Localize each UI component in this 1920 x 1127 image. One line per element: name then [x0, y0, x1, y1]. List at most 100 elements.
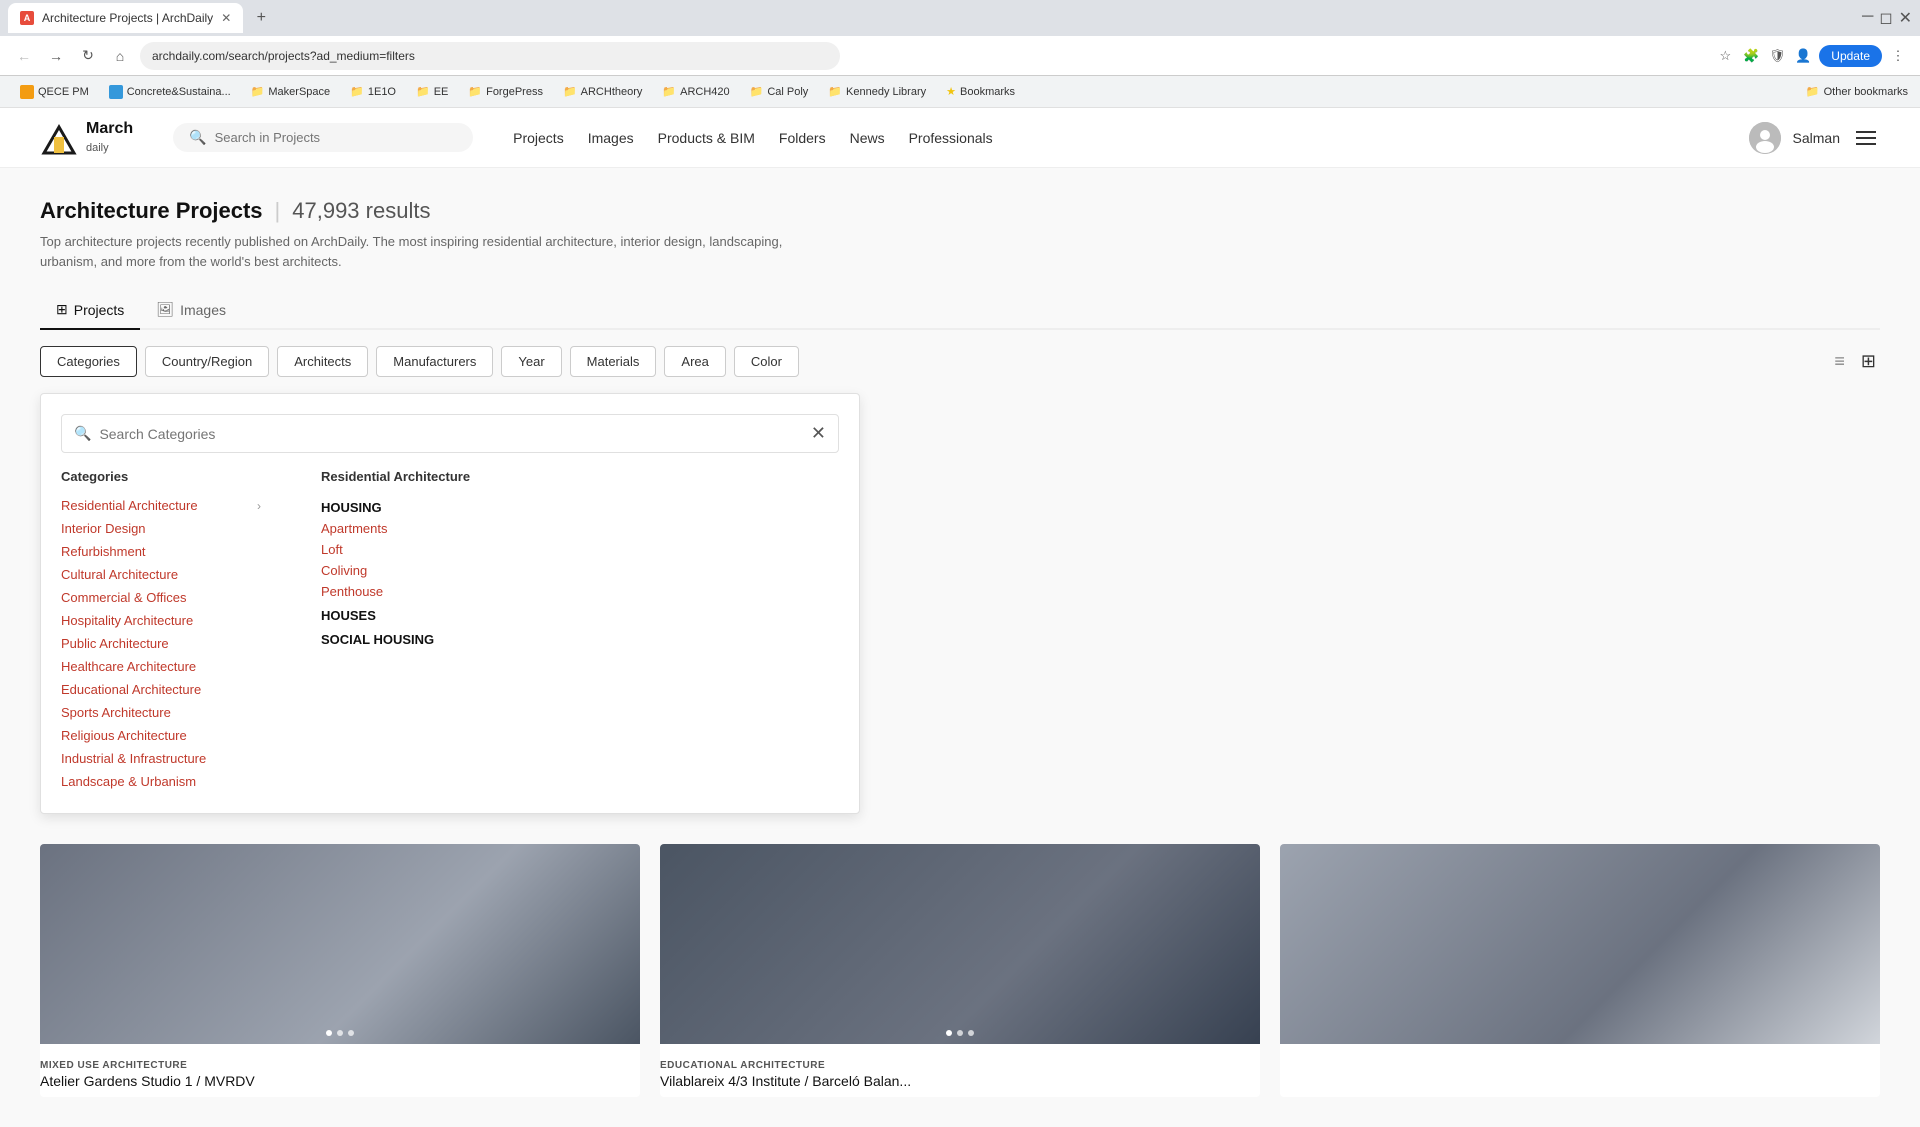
cat-item-industrial[interactable]: Industrial & Infrastructure: [61, 747, 261, 770]
search-bar[interactable]: 🔍: [173, 123, 473, 152]
bookmark-calpoly[interactable]: 📁 Cal Poly: [742, 81, 817, 102]
card-dots: [946, 1030, 974, 1036]
folder-icon: 📁: [662, 85, 676, 98]
back-button[interactable]: ←: [12, 44, 36, 68]
card-tag: [1280, 1052, 1880, 1062]
menu-icon[interactable]: ⋮: [1888, 46, 1908, 66]
filter-area[interactable]: Area: [664, 346, 725, 377]
subcat-loft[interactable]: Loft: [321, 539, 521, 560]
cat-item-refurbishment[interactable]: Refurbishment: [61, 540, 261, 563]
bookmark-1e1o[interactable]: 📁 1E1O: [342, 81, 404, 102]
filter-row: Categories Country/Region Architects Man…: [40, 346, 1880, 377]
nav-link-folders[interactable]: Folders: [779, 130, 826, 146]
avatar[interactable]: [1749, 122, 1781, 154]
folder-icon: 📁: [416, 85, 430, 98]
bookmark-label: ARCHtheory: [581, 86, 643, 98]
subcat-penthouse[interactable]: Penthouse: [321, 581, 521, 602]
cat-item-healthcare[interactable]: Healthcare Architecture: [61, 655, 261, 678]
minimize-icon[interactable]: ─: [1862, 8, 1873, 28]
tab-projects-label: Projects: [74, 302, 125, 318]
cat-label: Educational Architecture: [61, 682, 201, 697]
cat-item-public[interactable]: Public Architecture: [61, 632, 261, 655]
bookmark-kennedy[interactable]: 📁 Kennedy Library: [820, 81, 934, 102]
project-card[interactable]: MIXED USE ARCHITECTURE Atelier Gardens S…: [40, 844, 640, 1097]
bookmark-ee[interactable]: 📁 EE: [408, 81, 456, 102]
card-image: [40, 844, 640, 1044]
filter-materials[interactable]: Materials: [570, 346, 657, 377]
nav-link-projects[interactable]: Projects: [513, 130, 564, 146]
new-tab-button[interactable]: +: [247, 4, 275, 32]
profile-icon[interactable]: 👤: [1793, 46, 1813, 66]
logo-text: Marchdaily: [86, 120, 133, 156]
tab-images[interactable]: 🖼 Images: [140, 291, 242, 330]
star-icon: ★: [946, 85, 956, 98]
nav-link-products-bim[interactable]: Products & BIM: [658, 130, 755, 146]
folder-icon: 📁: [828, 85, 842, 98]
bookmark-qece-pm[interactable]: QECE PM: [12, 81, 97, 103]
folder-icon: 📁: [251, 85, 265, 98]
cat-item-religious[interactable]: Religious Architecture: [61, 724, 261, 747]
filter-categories[interactable]: Categories: [40, 346, 137, 377]
user-name[interactable]: Salman: [1793, 130, 1840, 146]
subcat-apartments[interactable]: Apartments: [321, 518, 521, 539]
bookmark-concrete[interactable]: Concrete&Sustaina...: [101, 81, 239, 103]
bookmark-forgepress[interactable]: 📁 ForgePress: [460, 81, 551, 102]
subcat-header-social-housing: SOCIAL HOUSING: [321, 626, 521, 650]
shield-icon[interactable]: 🛡: [1767, 46, 1787, 66]
extension-icon[interactable]: 🧩: [1741, 46, 1761, 66]
close-icon[interactable]: ✕: [1899, 8, 1912, 28]
update-button[interactable]: Update: [1819, 45, 1882, 67]
cat-item-residential[interactable]: Residential Architecture ›: [61, 494, 261, 517]
nav-link-professionals[interactable]: Professionals: [909, 130, 993, 146]
bookmark-favicon: [109, 85, 123, 99]
cat-item-interior[interactable]: Interior Design: [61, 517, 261, 540]
list-view-icon[interactable]: ≡: [1830, 347, 1849, 376]
forward-button[interactable]: →: [44, 44, 68, 68]
categories-col-header: Categories: [61, 469, 261, 484]
subcat-coliving[interactable]: Coliving: [321, 560, 521, 581]
home-button[interactable]: ⌂: [108, 44, 132, 68]
reload-button[interactable]: ↻: [76, 44, 100, 68]
cat-item-commercial[interactable]: Commercial & Offices: [61, 586, 261, 609]
bookmark-arch420[interactable]: 📁 ARCH420: [654, 81, 737, 102]
filter-country-region[interactable]: Country/Region: [145, 346, 269, 377]
project-card[interactable]: [1280, 844, 1880, 1097]
page-description: Top architecture projects recently publi…: [40, 232, 840, 271]
cat-item-landscape[interactable]: Landscape & Urbanism: [61, 770, 261, 793]
main-content: Architecture Projects | 47,993 results T…: [0, 168, 1920, 1127]
nav-link-news[interactable]: News: [850, 130, 885, 146]
other-bookmarks[interactable]: 📁 Other bookmarks: [1806, 85, 1908, 98]
hamburger-menu[interactable]: [1852, 127, 1880, 149]
category-search-bar[interactable]: 🔍 ✕: [61, 414, 839, 453]
bookmark-label: ARCH420: [680, 86, 730, 98]
tab-projects[interactable]: ⊞ Projects: [40, 291, 140, 330]
bookmark-archtheory[interactable]: 📁 ARCHtheory: [555, 81, 650, 102]
project-card[interactable]: EDUCATIONAL ARCHITECTURE Vilablareix 4/3…: [660, 844, 1260, 1097]
search-input[interactable]: [215, 130, 435, 145]
category-search-input[interactable]: [99, 426, 802, 442]
bookmark-makerspace[interactable]: 📁 MakerSpace: [243, 81, 338, 102]
address-input[interactable]: [140, 42, 840, 70]
view-toggle: ≡ ⊞: [1830, 347, 1880, 376]
cat-label: Landscape & Urbanism: [61, 774, 196, 789]
restore-icon[interactable]: ◻: [1879, 8, 1892, 28]
active-tab[interactable]: A Architecture Projects | ArchDaily ✕: [8, 3, 243, 33]
cat-item-cultural[interactable]: Cultural Architecture: [61, 563, 261, 586]
bookmark-bookmarks[interactable]: ★ Bookmarks: [938, 81, 1023, 102]
logo[interactable]: Marchdaily: [40, 119, 133, 157]
star-icon[interactable]: ☆: [1715, 46, 1735, 66]
cat-item-sports[interactable]: Sports Architecture: [61, 701, 261, 724]
cat-label: Cultural Architecture: [61, 567, 178, 582]
filter-architects[interactable]: Architects: [277, 346, 368, 377]
grid-view-icon[interactable]: ⊞: [1857, 347, 1880, 376]
filter-manufacturers[interactable]: Manufacturers: [376, 346, 493, 377]
filter-color[interactable]: Color: [734, 346, 799, 377]
close-dropdown-button[interactable]: ✕: [811, 423, 826, 444]
card-tag: MIXED USE ARCHITECTURE: [40, 1052, 640, 1073]
tab-close-button[interactable]: ✕: [221, 11, 231, 25]
cat-item-educational[interactable]: Educational Architecture: [61, 678, 261, 701]
filter-year[interactable]: Year: [501, 346, 561, 377]
main-nav: Projects Images Products & BIM Folders N…: [513, 130, 993, 146]
nav-link-images[interactable]: Images: [588, 130, 634, 146]
cat-item-hospitality[interactable]: Hospitality Architecture: [61, 609, 261, 632]
